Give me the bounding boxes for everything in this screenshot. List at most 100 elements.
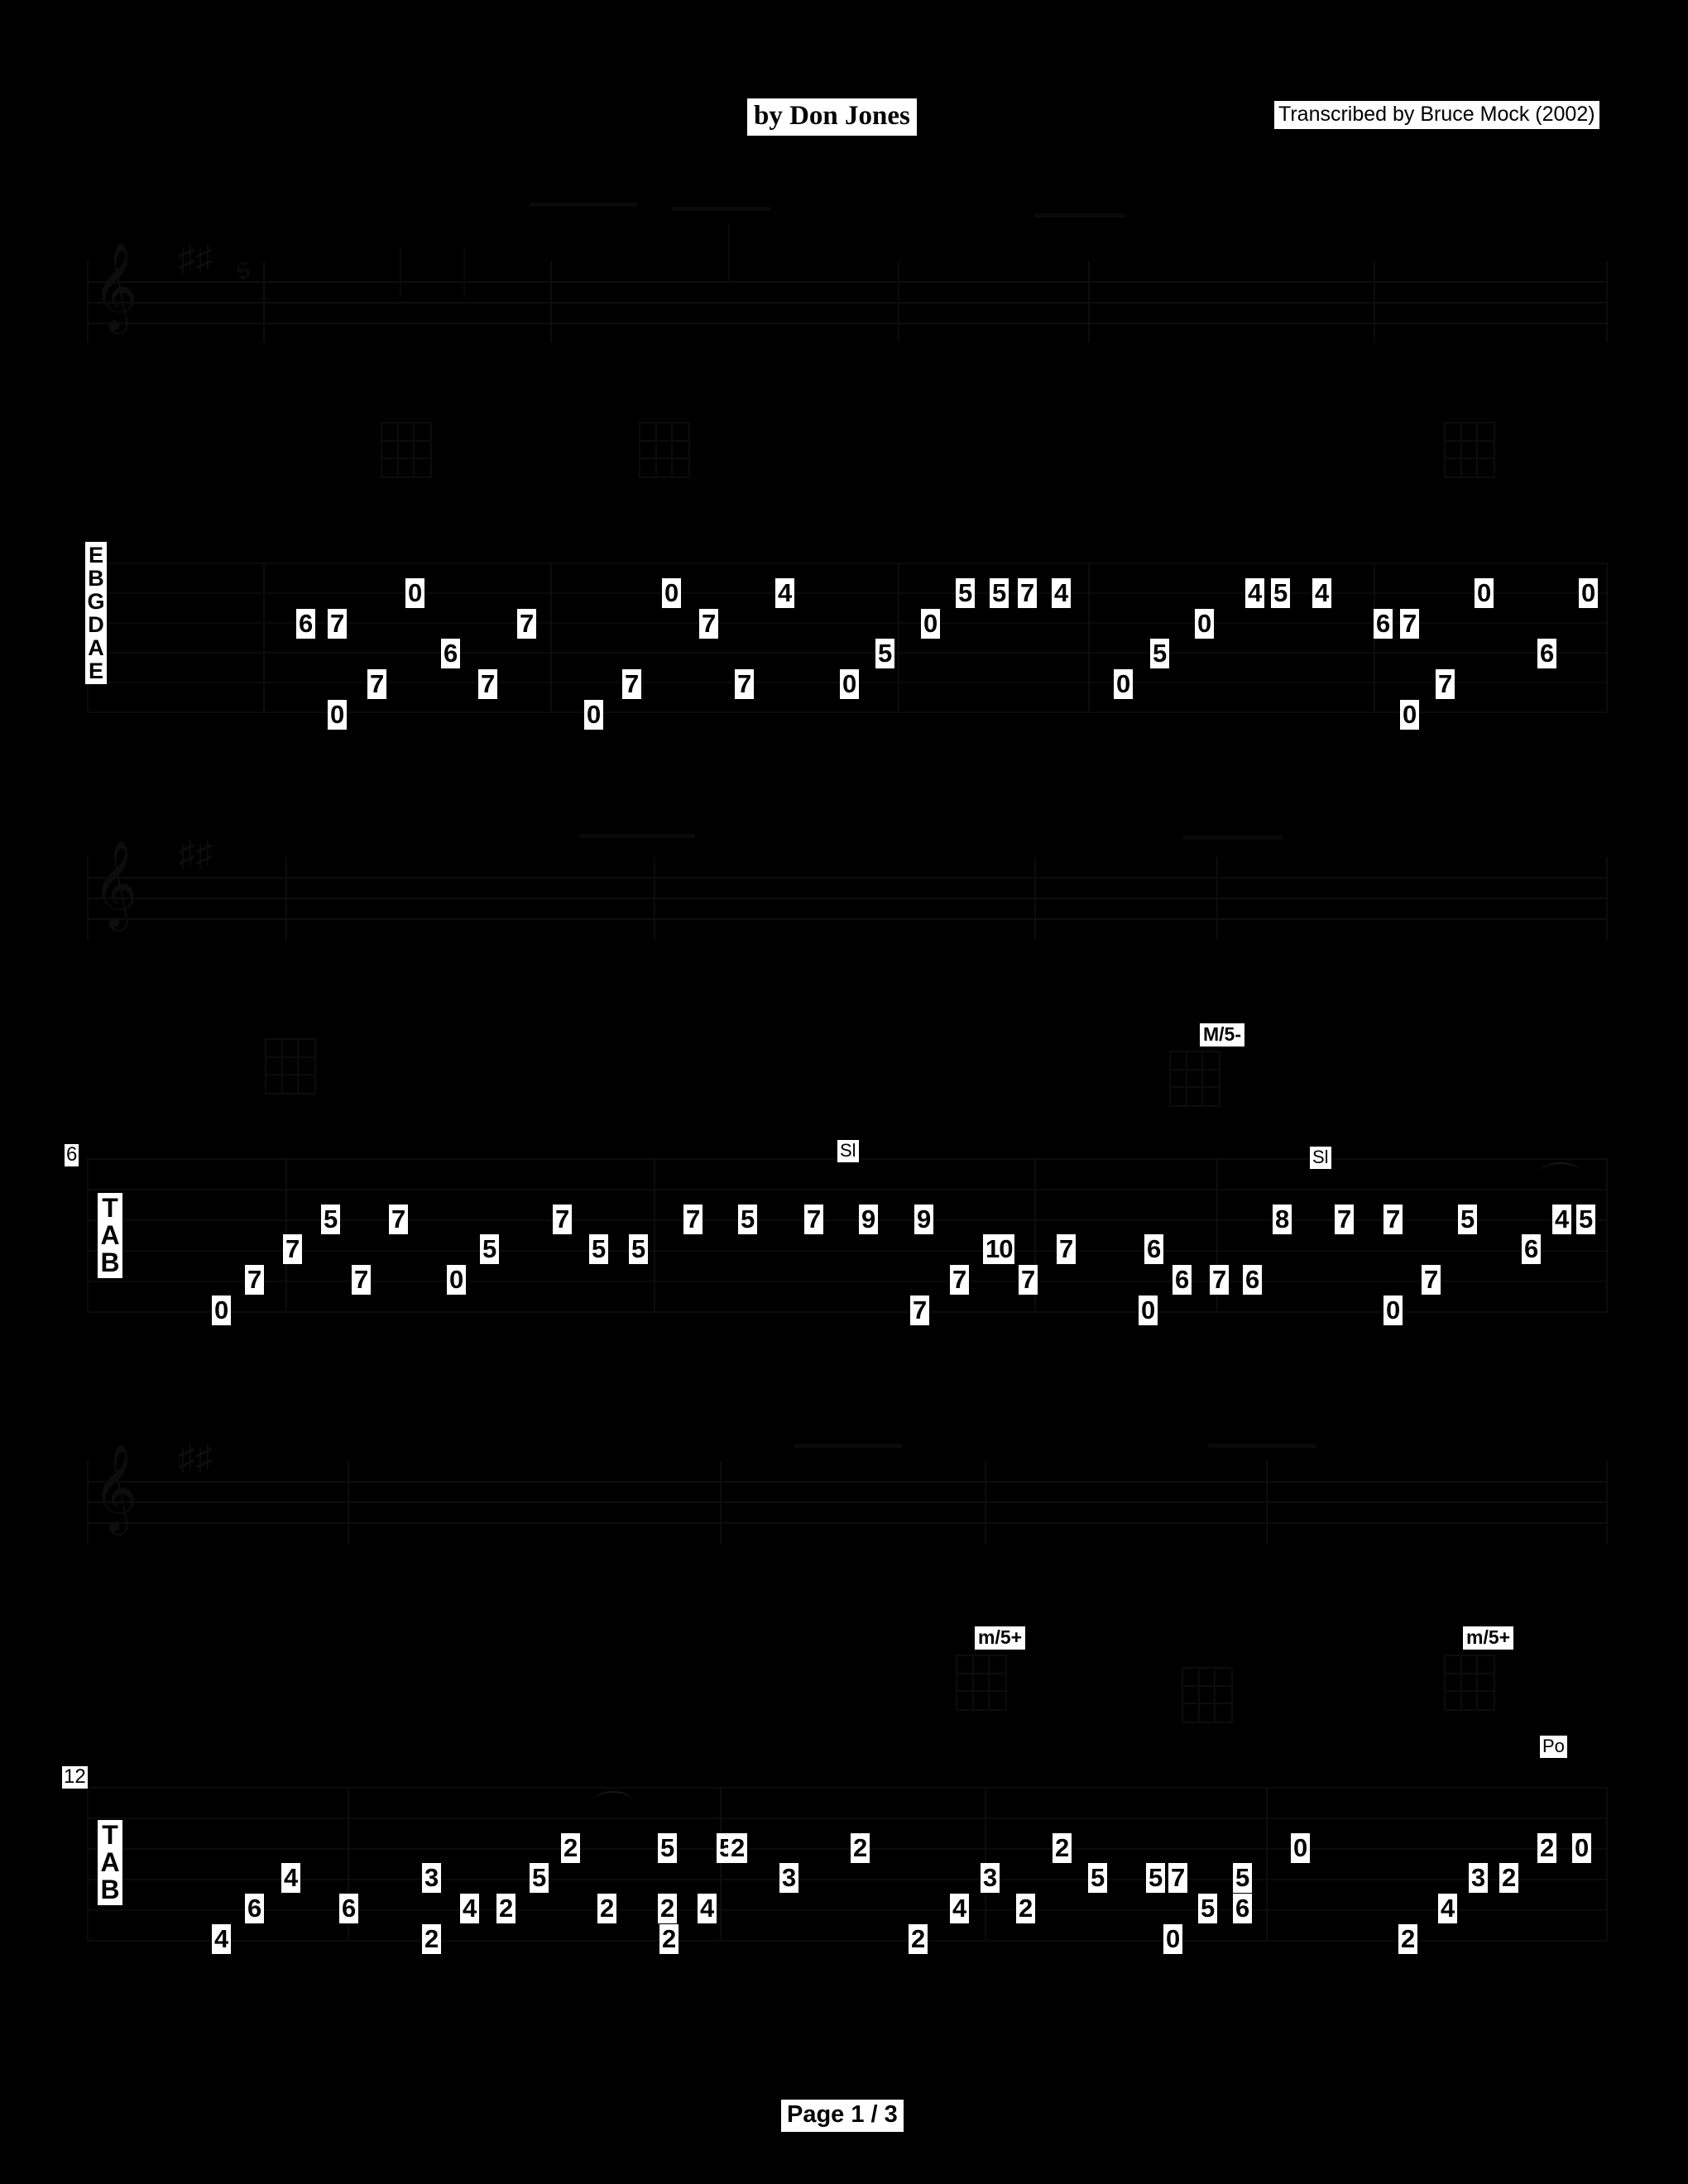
tab-clef-letter-b: B <box>100 1248 120 1277</box>
string-label-g: G <box>87 589 105 614</box>
fret-number: 5 <box>1458 1204 1478 1234</box>
fret-number: 5 <box>956 577 976 608</box>
fret-number: 5 <box>875 639 895 669</box>
fret-number: 0 <box>405 577 425 608</box>
transcriber-credit: Transcribed by Bruce Mock (2002) <box>1274 101 1599 129</box>
fret-number: 6 <box>1537 639 1557 669</box>
tab-clef-letter-a: A <box>100 1220 120 1250</box>
fret-number: 5 <box>658 1832 678 1863</box>
string-label-a: A <box>88 635 104 660</box>
fret-number: 5 <box>990 577 1009 608</box>
chord-diagram <box>1182 1667 1233 1723</box>
fret-number: 5 <box>1271 577 1291 608</box>
fret-number: 7 <box>1436 669 1455 700</box>
fret-number: 0 <box>1383 1296 1403 1325</box>
measure-number-system-2: 6 <box>65 1143 79 1166</box>
fret-number: 4 <box>1052 577 1072 608</box>
fret-number: 5 <box>321 1204 341 1234</box>
fret-number: 5 <box>1150 639 1170 669</box>
fret-number: 7 <box>910 1296 930 1325</box>
fret-number: 4 <box>698 1894 717 1924</box>
fret-number: 5 <box>1233 1863 1253 1894</box>
fret-number: 7 <box>804 1204 824 1234</box>
tab-clef-system-2: T A B <box>98 1193 122 1278</box>
fret-number: 5 <box>738 1204 758 1234</box>
string-label-e1: E <box>88 543 103 568</box>
fret-number: 3 <box>422 1863 442 1894</box>
chord-diagram <box>639 422 690 478</box>
fret-number: 4 <box>775 577 795 608</box>
technique-marker: Sl <box>1310 1147 1331 1169</box>
fret-number: 2 <box>496 1894 516 1924</box>
fret-number: 4 <box>281 1863 301 1894</box>
fret-number: 3 <box>1469 1863 1489 1894</box>
measure-number-system-3: 12 <box>62 1765 88 1789</box>
fret-number: 0 <box>328 700 348 730</box>
fret-number: 7 <box>1057 1234 1077 1265</box>
fret-number: 7 <box>1422 1265 1441 1296</box>
fret-number: 4 <box>950 1894 970 1924</box>
fret-number: 9 <box>914 1204 934 1234</box>
chord-diagram <box>1444 422 1495 478</box>
fret-number: 2 <box>1537 1832 1557 1863</box>
fret-number: 0 <box>1400 700 1420 730</box>
fret-number: 7 <box>1168 1863 1188 1894</box>
fret-number: 0 <box>1195 608 1215 639</box>
fret-number: 5 <box>1198 1894 1218 1924</box>
fret-number: 0 <box>1475 577 1494 608</box>
technique-marker: Po <box>1540 1736 1567 1758</box>
page-footer: Page 1 / 3 <box>781 2100 904 2132</box>
fret-number: 7 <box>352 1265 372 1296</box>
string-tuning-legend: E B G D A E <box>85 542 107 684</box>
fret-number: 6 <box>441 639 461 669</box>
fret-number: 4 <box>460 1894 480 1924</box>
string-label-b: B <box>88 566 104 591</box>
fret-number: 2 <box>1053 1832 1072 1863</box>
chord-diagram <box>265 1038 316 1094</box>
fret-number: 0 <box>921 608 941 639</box>
fret-number: 7 <box>1400 608 1420 639</box>
fret-number: 0 <box>1572 1832 1592 1863</box>
fret-number: 6 <box>1522 1234 1542 1265</box>
fret-number: 7 <box>1018 577 1038 608</box>
chord-diagram <box>1444 1655 1495 1711</box>
fret-number: 0 <box>447 1265 467 1296</box>
fret-number: 7 <box>1019 1265 1038 1296</box>
string-label-e6: E <box>88 659 103 683</box>
fret-number: 7 <box>389 1204 409 1234</box>
fret-number: 7 <box>328 608 348 639</box>
tab-clef-letter-t: T <box>102 1820 118 1850</box>
fret-number: 5 <box>1576 1204 1596 1234</box>
fret-number: 0 <box>1291 1832 1311 1863</box>
chord-diagram <box>956 1655 1007 1711</box>
fret-number: 3 <box>779 1863 799 1894</box>
fret-number: 8 <box>1273 1204 1292 1234</box>
tab-page: { "page": { "title_credit": "by Don Jone… <box>0 0 1688 2184</box>
fret-number: 6 <box>1374 608 1393 639</box>
fret-number: 7 <box>478 669 498 700</box>
chord-symbol: M/5- <box>1200 1023 1244 1046</box>
fret-number: 5 <box>480 1234 500 1265</box>
fret-number: 2 <box>1499 1863 1519 1894</box>
chord-diagram <box>381 422 432 478</box>
fret-number: 2 <box>851 1832 870 1863</box>
fret-number: 7 <box>683 1204 703 1234</box>
fret-number: 2 <box>728 1832 748 1863</box>
fret-number: 10 <box>983 1234 1015 1265</box>
page-title-credit: by Don Jones <box>747 98 917 136</box>
fret-number: 4 <box>1438 1894 1458 1924</box>
fret-number: 2 <box>597 1894 617 1924</box>
chord-symbol: m/5+ <box>1463 1626 1514 1650</box>
fret-number: 5 <box>589 1234 609 1265</box>
fret-number: 2 <box>1016 1894 1036 1924</box>
fret-number: 4 <box>212 1924 232 1954</box>
fret-number: 6 <box>1243 1265 1263 1296</box>
fret-number: 0 <box>1139 1296 1158 1325</box>
fret-number: 7 <box>1383 1204 1403 1234</box>
fret-number: 3 <box>981 1863 1000 1894</box>
fret-number: 7 <box>1335 1204 1355 1234</box>
fret-number: 0 <box>584 700 604 730</box>
fret-number: 5 <box>530 1863 549 1894</box>
fret-number: 7 <box>283 1234 303 1265</box>
fret-number: 7 <box>245 1265 265 1296</box>
